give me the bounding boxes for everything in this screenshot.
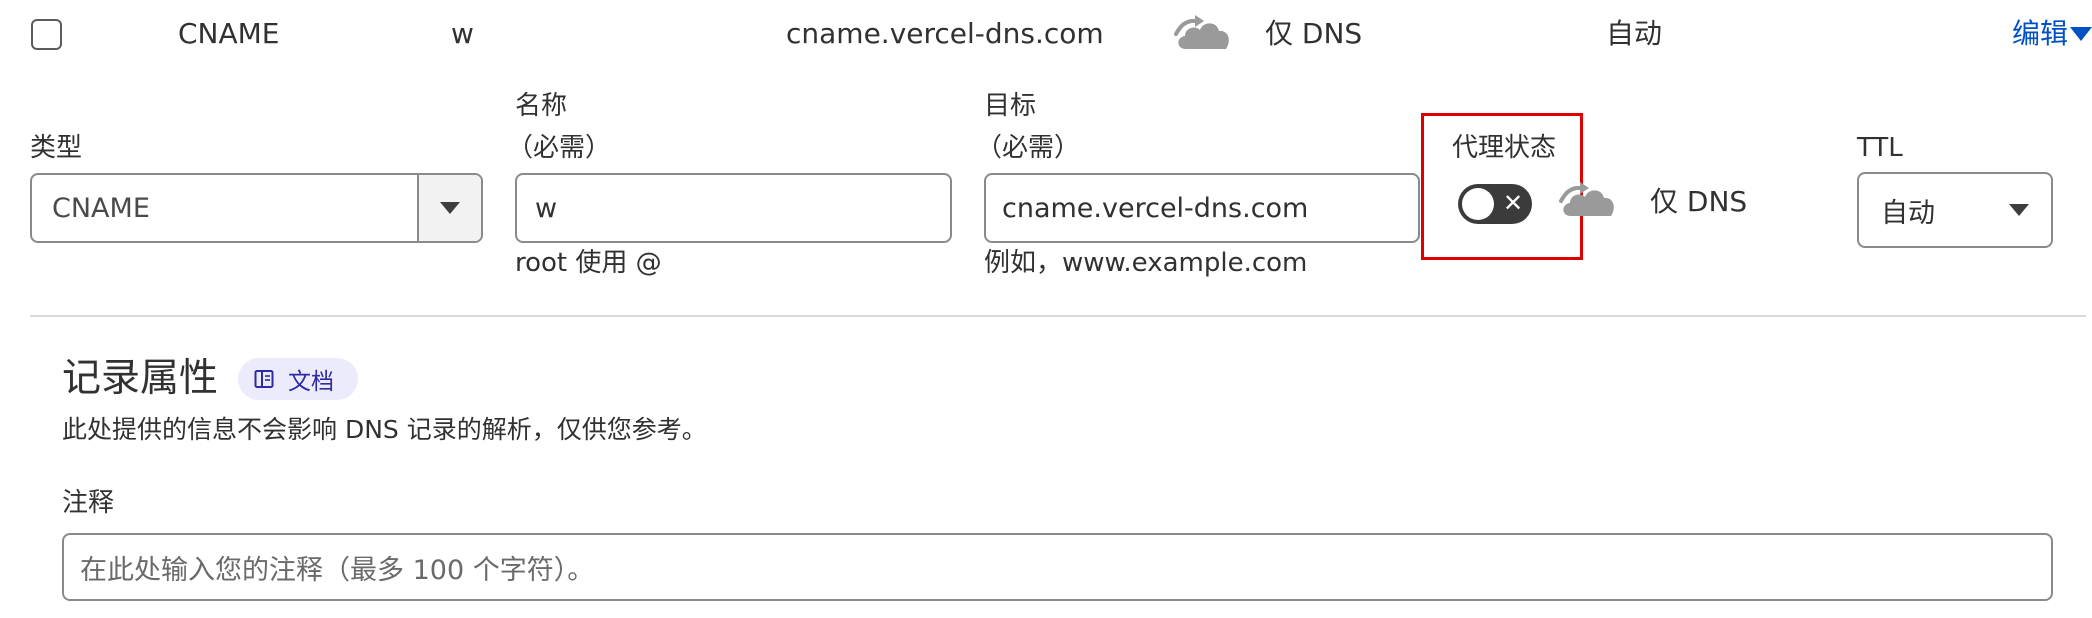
- name-hint: root 使用 @: [515, 248, 662, 278]
- record-name-cell: w: [451, 17, 474, 50]
- ttl-select[interactable]: 自动: [1857, 172, 2053, 248]
- record-proxy-status-cell: 仅 DNS: [1265, 17, 1363, 50]
- dns-only-cloud-icon: [1559, 182, 1614, 216]
- comment-input[interactable]: 在此处输入您的注释（最多 100 个字符）。: [62, 533, 2053, 601]
- chevron-down-icon: [2009, 204, 2029, 216]
- target-input[interactable]: cname.vercel-dns.com: [984, 173, 1420, 243]
- ttl-select-value: 自动: [1881, 197, 1935, 229]
- type-select-value: CNAME: [52, 192, 150, 224]
- dns-only-cloud-icon: [1174, 15, 1229, 49]
- record-attributes-title: 记录属性: [62, 356, 219, 401]
- proxy-status-text: 仅 DNS: [1650, 185, 1748, 218]
- target-hint: 例如，www.example.com: [984, 248, 1308, 278]
- comment-label: 注释: [62, 488, 115, 518]
- target-label: 目标: [984, 91, 1037, 121]
- name-required-label: （必需）: [507, 133, 612, 163]
- record-content-cell: cname.vercel-dns.com: [786, 17, 1104, 50]
- proxy-status-toggle[interactable]: ✕: [1458, 184, 1532, 224]
- record-ttl-cell: 自动: [1606, 17, 1663, 50]
- type-select[interactable]: CNAME: [30, 173, 483, 243]
- chevron-down-icon: [2070, 27, 2092, 41]
- record-attributes-description: 此处提供的信息不会影响 DNS 记录的解析，仅供您参考。: [62, 415, 707, 444]
- book-icon: [254, 370, 274, 388]
- type-label: 类型: [30, 133, 83, 163]
- record-select-checkbox[interactable]: [31, 19, 62, 50]
- toggle-knob: [1462, 188, 1494, 220]
- docs-label: 文档: [288, 369, 334, 395]
- type-select-toggle[interactable]: [417, 175, 481, 241]
- name-input[interactable]: w: [515, 173, 952, 243]
- section-divider: [30, 315, 2086, 317]
- edit-record-button[interactable]: 编辑: [2012, 16, 2092, 52]
- ttl-label: TTL: [1857, 133, 1903, 163]
- close-icon: ✕: [1503, 189, 1524, 217]
- target-required-label: （必需）: [976, 133, 1081, 163]
- proxy-status-label: 代理状态: [1452, 133, 1557, 163]
- docs-link[interactable]: 文档: [238, 358, 358, 400]
- edit-label: 编辑: [2012, 17, 2069, 50]
- record-type-cell: CNAME: [178, 17, 280, 50]
- chevron-down-icon: [440, 202, 460, 214]
- name-label: 名称: [515, 91, 568, 121]
